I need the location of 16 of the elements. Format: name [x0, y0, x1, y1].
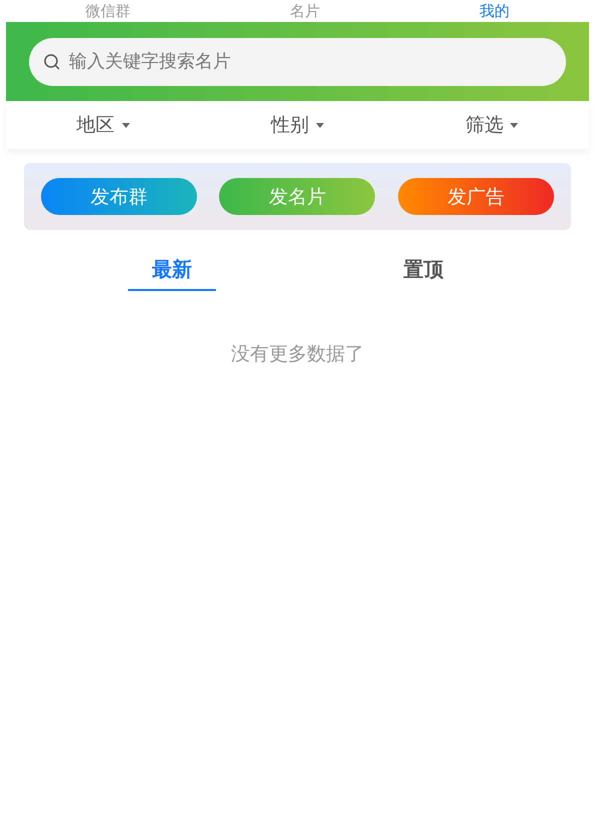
filter-dropdown[interactable]: 性别 [270, 112, 324, 138]
list-tab[interactable]: 最新 [128, 256, 216, 291]
nav-tab[interactable]: 名片 [290, 2, 320, 20]
action-button[interactable]: 发布群 [41, 178, 198, 215]
search-field[interactable]: 输入关键字搜索名片 [29, 38, 566, 86]
caret-icon [510, 122, 518, 128]
empty-message: 没有更多数据了 [230, 342, 365, 367]
list-tab[interactable]: 置顶 [379, 256, 468, 291]
nav-tab[interactable]: 微信群 [86, 2, 131, 20]
filter-dropdown[interactable]: 地区 [76, 112, 130, 138]
caret-icon [316, 122, 324, 128]
nav-tab[interactable]: 我的 [479, 2, 510, 20]
caret-icon [122, 122, 130, 128]
action-button[interactable]: 发名片 [219, 178, 376, 215]
filter-dropdown[interactable]: 筛选 [465, 112, 518, 138]
action-button[interactable]: 发广告 [398, 178, 554, 215]
